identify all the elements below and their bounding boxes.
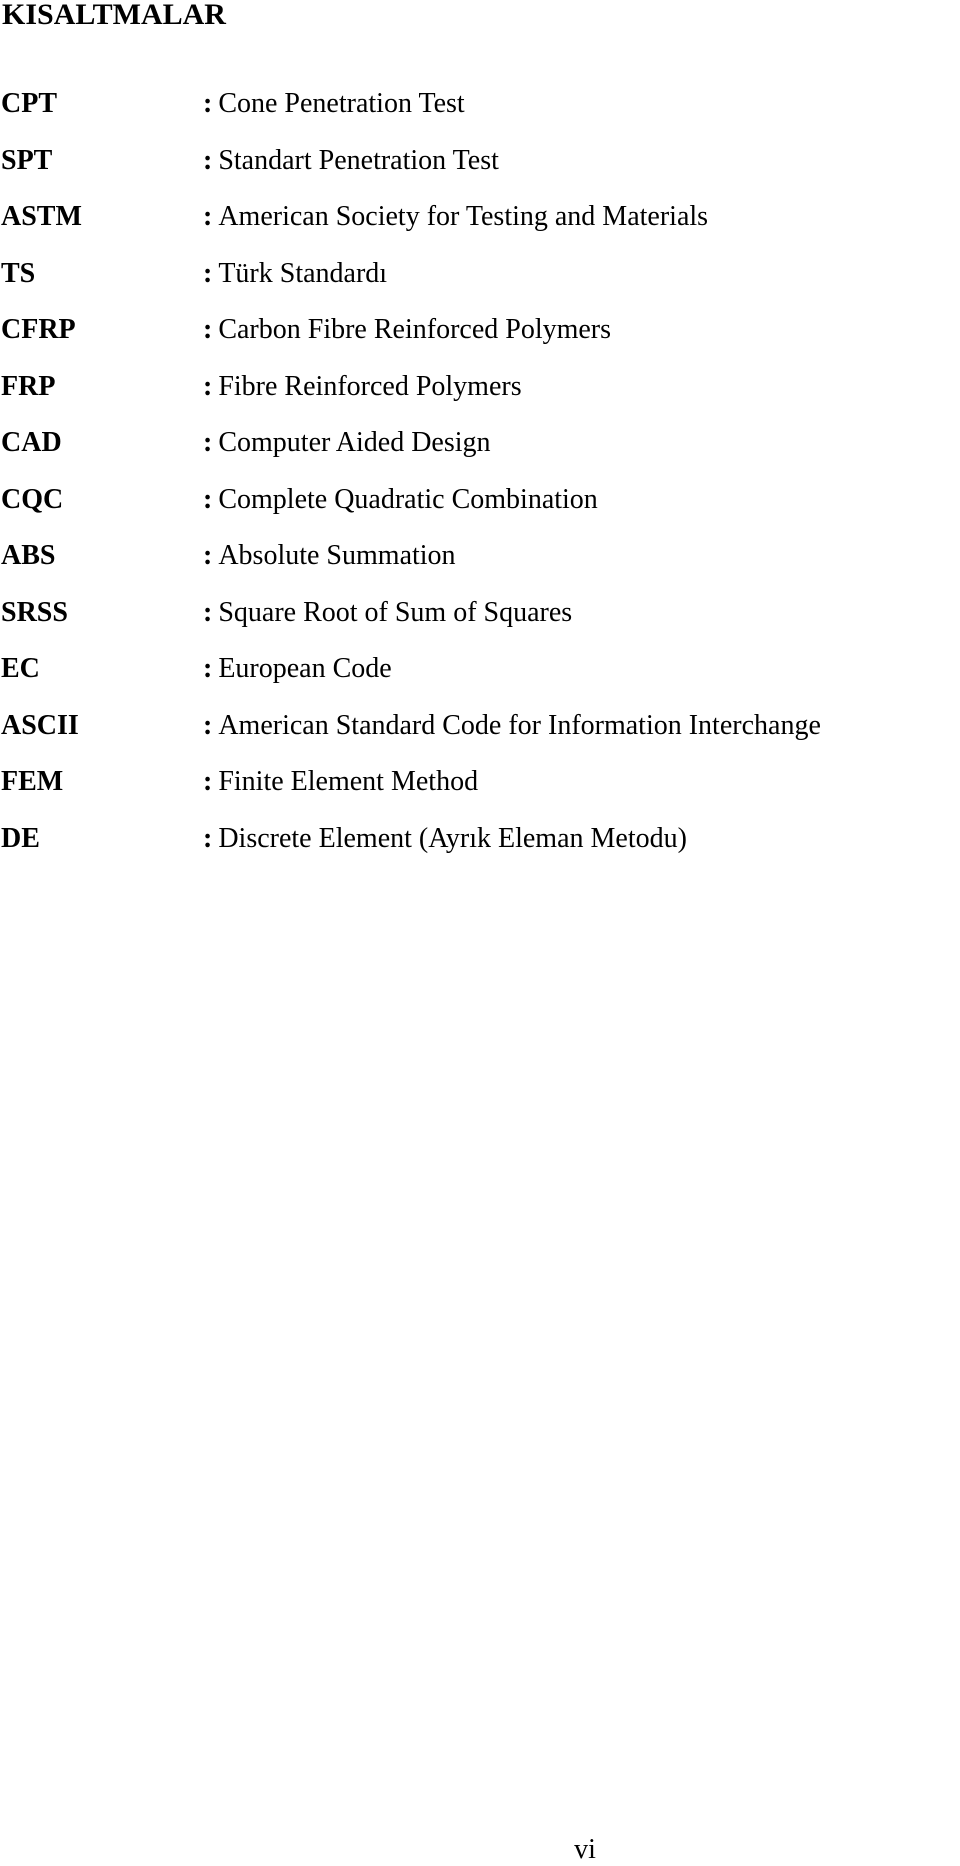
separator: : [203, 766, 213, 797]
separator: : [203, 540, 213, 571]
abbreviation-term: FRP [1, 370, 56, 402]
abbreviation-row: ASTM : American Society for Testing and M… [0, 201, 960, 274]
separator: : [203, 201, 213, 232]
abbreviation-term: CAD [1, 427, 62, 458]
definition-text: Carbon Fibre Reinforced Polymers [218, 314, 612, 345]
definition-text: Fibre Reinforced Polymers [218, 370, 522, 402]
abbreviation-row: ASCII : American Standard Code for Inform… [0, 710, 960, 783]
definition-text: Discrete Element (Ayrık Eleman Metodu) [218, 822, 687, 854]
separator: : [203, 483, 213, 515]
abbreviation-row: DE : Discrete Element (Ayrık Eleman Metod… [0, 823, 960, 896]
abbreviation-definition: : American Society for Testing and Materi… [203, 201, 708, 233]
separator: : [203, 427, 213, 458]
abbreviation-term: CFRP [1, 314, 76, 345]
abbreviation-definition: : Square Root of Sum of Squares [203, 597, 572, 629]
abbreviation-definition: : Cone Penetration Test [203, 88, 465, 120]
abbreviation-definition: : Türk Standardı [203, 258, 387, 290]
abbreviation-term: CQC [1, 483, 64, 515]
definition-text: Finite Element Method [218, 766, 479, 797]
separator: : [203, 257, 213, 289]
definition-text: Complete Quadratic Combination [218, 483, 598, 515]
definition-text: Türk Standardı [218, 257, 388, 289]
abbreviation-definition: : American Standard Code for Information … [203, 710, 821, 742]
definition-text: Square Root of Sum of Squares [218, 596, 573, 628]
separator: : [203, 822, 213, 854]
separator: : [203, 653, 213, 684]
abbreviation-term: ASCII [1, 709, 79, 741]
abbreviation-definition: : Finite Element Method [203, 766, 478, 798]
abbreviation-term: CPT [1, 88, 57, 119]
separator: : [203, 709, 213, 741]
definition-text: Cone Penetration Test [218, 88, 465, 119]
abbreviation-definition: : Carbon Fibre Reinforced Polymers [203, 314, 611, 346]
definition-text: Computer Aided Design [218, 427, 491, 458]
abbreviation-definition: : European Code [203, 653, 392, 685]
abbreviation-term: SRSS [1, 596, 68, 628]
abbreviation-definition: : Fibre Reinforced Polymers [203, 371, 522, 403]
separator: : [203, 596, 213, 628]
abbreviation-row: SRSS : Square Root of Sum of Squares [0, 597, 960, 670]
abbreviation-definition: : Absolute Summation [203, 540, 456, 572]
abbreviation-term: TS [1, 257, 36, 289]
definition-text: European Code [218, 653, 392, 684]
separator: : [203, 370, 213, 402]
definition-text: Absolute Summation [218, 540, 456, 571]
abbreviation-term: FEM [1, 766, 64, 797]
abbreviation-term: DE [1, 822, 40, 854]
definition-text: Standart Penetration Test [218, 144, 499, 176]
abbreviation-definition: : Standart Penetration Test [203, 145, 499, 177]
separator: : [203, 144, 213, 176]
abbreviation-term: SPT [1, 144, 53, 176]
abbreviation-term: ABS [1, 540, 56, 571]
abbreviation-row: CQC : Complete Quadratic Combination [0, 484, 960, 557]
abbreviation-definition: : Computer Aided Design [203, 427, 491, 459]
page-title: KISALTMALAR [2, 0, 226, 31]
abbreviation-list: CPT : Cone Penetration Test SPT : Standart… [0, 88, 960, 896]
separator: : [203, 88, 213, 119]
abbreviation-term: EC [1, 653, 40, 684]
separator: : [203, 314, 213, 345]
abbreviation-definition: : Discrete Element (Ayrık Eleman Metodu) [203, 823, 687, 855]
abbreviation-term: ASTM [1, 201, 82, 232]
definition-text: American Standard Code for Information I… [218, 709, 821, 741]
page-number: vi [574, 1834, 596, 1865]
abbreviation-definition: : Complete Quadratic Combination [203, 484, 598, 516]
definition-text: American Society for Testing and Materia… [218, 201, 709, 232]
